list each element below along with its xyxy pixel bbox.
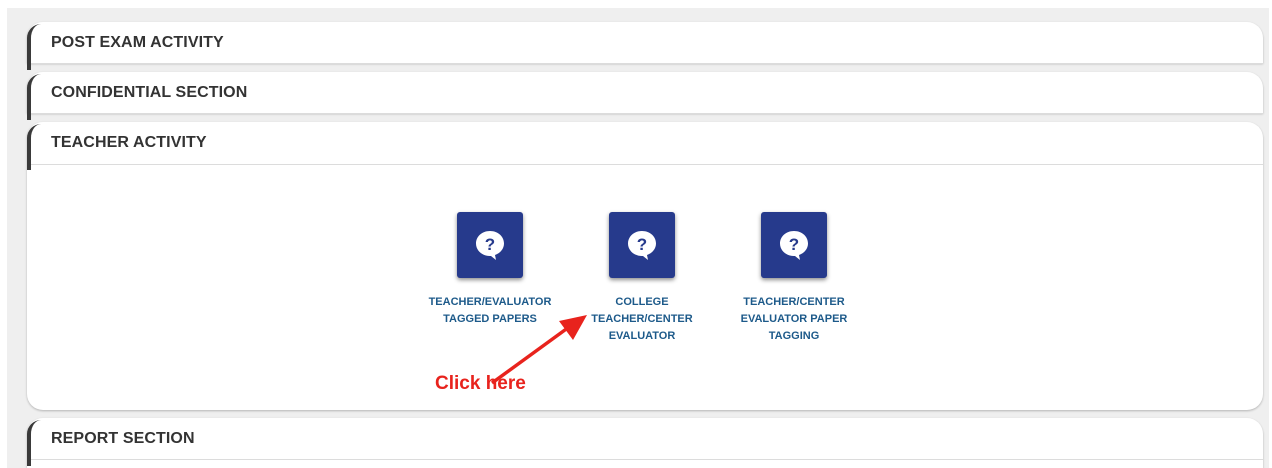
- panel-title: TEACHER ACTIVITY: [51, 134, 207, 151]
- panel-header[interactable]: POST EXAM ACTIVITY: [27, 22, 1263, 70]
- help-bubble-icon[interactable]: ?: [761, 212, 827, 278]
- panel-post-exam-activity[interactable]: POST EXAM ACTIVITY: [27, 22, 1263, 70]
- panel-header[interactable]: REPORT SECTION: [27, 418, 1263, 466]
- panel-title: POST EXAM ACTIVITY: [51, 34, 224, 51]
- tab-curve-decoration: [27, 420, 41, 466]
- svg-text:?: ?: [637, 235, 647, 254]
- tab-curve-decoration: [27, 74, 41, 120]
- tile-teacher-center-evaluator-paper-tagging[interactable]: ? TEACHER/CENTER EVALUATOR PAPER TAGGING: [719, 212, 869, 345]
- help-bubble-icon[interactable]: ?: [609, 212, 675, 278]
- click-here-annotation: Click here: [435, 373, 526, 394]
- panel-report-section[interactable]: REPORT SECTION: [27, 418, 1263, 468]
- panel-title: REPORT SECTION: [51, 430, 195, 447]
- accordion-container: POST EXAM ACTIVITY CONFIDENTIAL SECTION …: [7, 8, 1269, 468]
- help-bubble-icon[interactable]: ?: [457, 212, 523, 278]
- tab-curve-decoration: [27, 124, 41, 170]
- tile-label[interactable]: TEACHER/CENTER EVALUATOR PAPER TAGGING: [719, 294, 869, 345]
- svg-text:?: ?: [485, 235, 495, 254]
- panel-header[interactable]: TEACHER ACTIVITY: [27, 122, 1263, 170]
- svg-text:?: ?: [789, 235, 799, 254]
- panel-header[interactable]: CONFIDENTIAL SECTION: [27, 72, 1263, 120]
- panel-title: CONFIDENTIAL SECTION: [51, 84, 248, 101]
- panel-confidential-section[interactable]: CONFIDENTIAL SECTION: [27, 72, 1263, 120]
- tab-curve-decoration: [27, 24, 41, 70]
- panel-teacher-activity: TEACHER ACTIVITY ? TEACHER/EVALUATOR TAG…: [27, 122, 1263, 410]
- tile-teacher-evaluator-tagged-papers[interactable]: ? TEACHER/EVALUATOR TAGGED PAPERS: [415, 212, 565, 328]
